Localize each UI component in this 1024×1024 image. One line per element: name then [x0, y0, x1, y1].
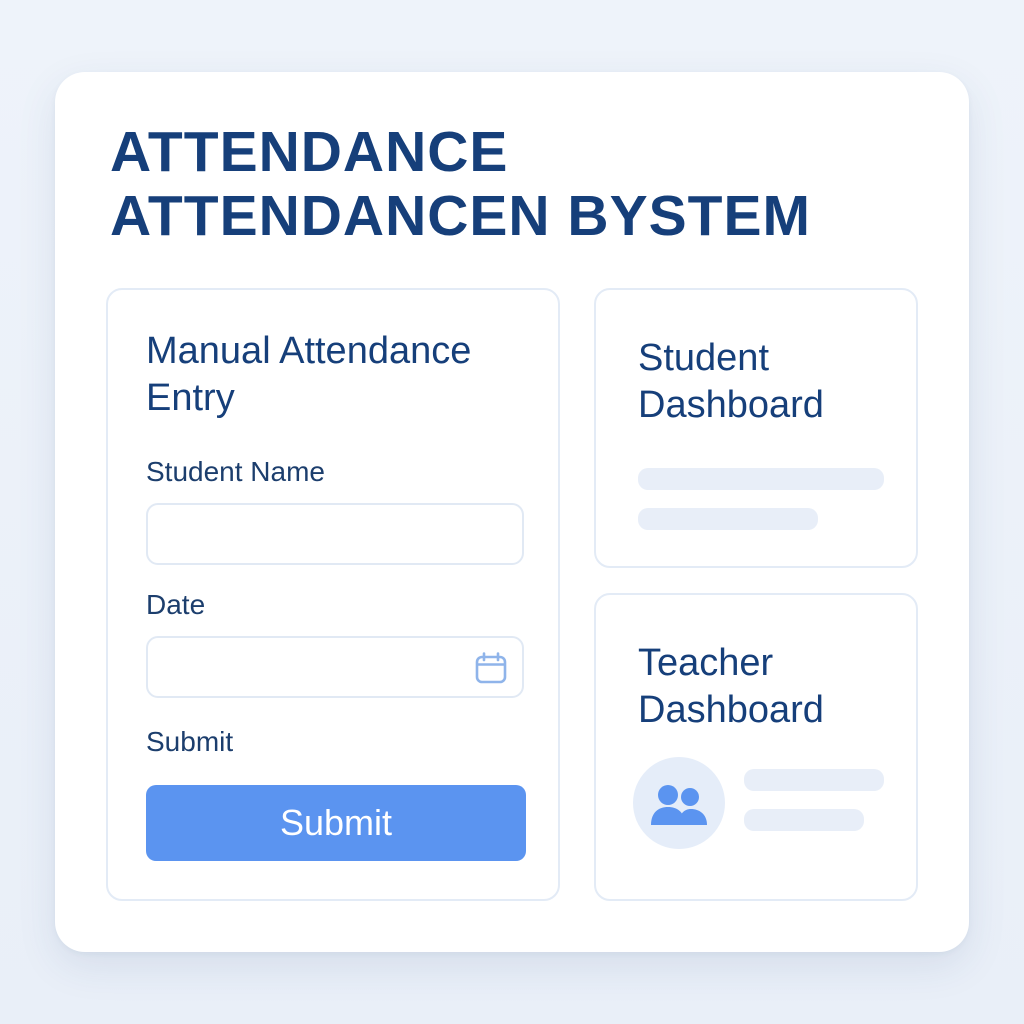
- calendar-icon[interactable]: [474, 651, 508, 685]
- app-title: ATTENDANCE ATTENDANCEN ΒYSTEM: [110, 120, 811, 248]
- student-dashboard-title-line-1: Student: [638, 337, 769, 379]
- student-dashboard-title-line-2: Dashboard: [638, 384, 824, 426]
- student-dashboard-title: Student Dashboard: [638, 335, 824, 429]
- teacher-dashboard-title-line-1: Teacher: [638, 642, 774, 684]
- app-card: ATTENDANCE ATTENDANCEN ΒYSTEM Manual Att…: [55, 72, 969, 952]
- submit-button[interactable]: Submit: [146, 785, 526, 861]
- date-label: Date: [146, 589, 206, 620]
- teacher-dashboard-title: Teacher Dashboard: [638, 640, 824, 734]
- student-placeholder-line-2: [638, 508, 818, 530]
- users-icon: [651, 785, 707, 825]
- app-title-line-2: ATTENDANCEN ΒYSTEM: [110, 184, 811, 248]
- student-name-input[interactable]: [146, 503, 524, 565]
- teacher-placeholder-line-1: [744, 769, 884, 791]
- manual-attendance-title-line-1: Manual Attendance: [146, 330, 472, 372]
- teacher-dashboard-title-line-2: Dashboard: [638, 689, 824, 731]
- manual-attendance-panel: Manual Attendance Entry Student Name Dat…: [106, 288, 560, 901]
- manual-attendance-title-line-2: Entry: [146, 377, 235, 419]
- teacher-placeholder-line-2: [744, 809, 864, 831]
- student-placeholder-line-1: [638, 468, 884, 490]
- date-input[interactable]: [146, 636, 524, 698]
- student-name-label: Student Name: [146, 456, 325, 487]
- submit-label: Submit: [146, 726, 234, 757]
- student-dashboard-panel[interactable]: Student Dashboard: [594, 288, 918, 568]
- avatar: [633, 757, 725, 849]
- manual-attendance-title: Manual Attendance Entry: [146, 328, 471, 422]
- app-title-line-1: ATTENDANCE: [110, 120, 509, 184]
- teacher-dashboard-panel[interactable]: Teacher Dashboard: [594, 593, 918, 901]
